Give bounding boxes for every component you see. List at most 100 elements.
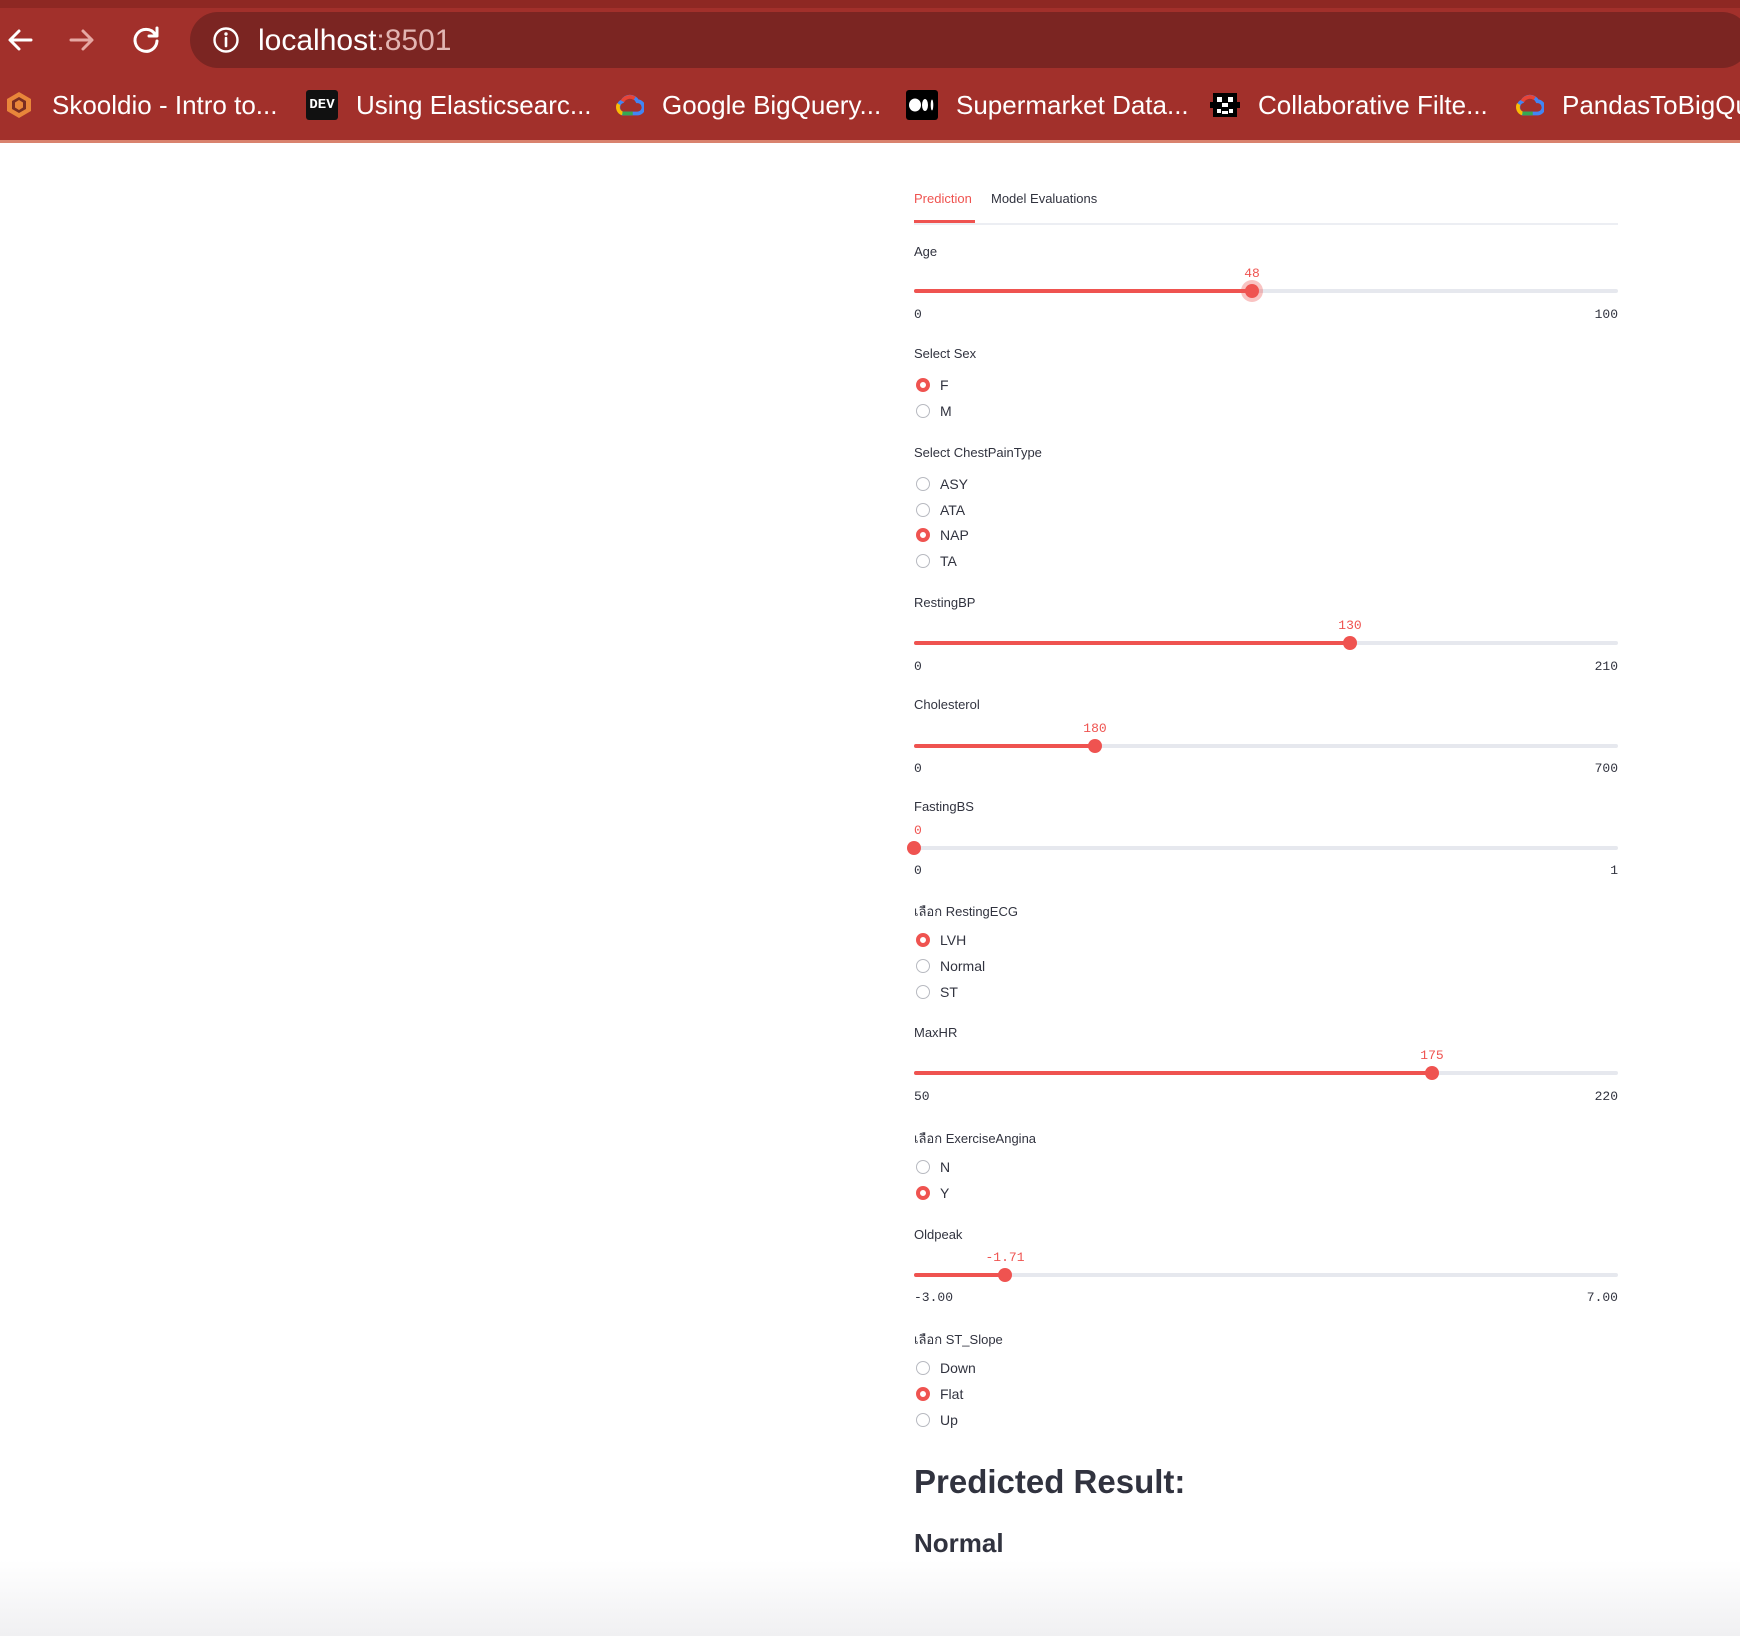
radio-label: Up [940, 1412, 958, 1428]
tab-model-evaluations[interactable]: Model Evaluations [991, 191, 1097, 206]
forward-icon[interactable] [62, 20, 102, 60]
radio-selected[interactable] [916, 1387, 930, 1401]
maxhr-slider-thumb[interactable] [1425, 1066, 1439, 1080]
bookmark-label: Skooldio - Intro to... [52, 89, 278, 120]
chest-option-nap[interactable]: NAP [916, 524, 969, 546]
restingbp-label: RestingBP [914, 595, 976, 610]
back-icon[interactable] [0, 20, 40, 60]
bookmark-skooldio[interactable]: Skooldio - Intro to... [4, 88, 277, 122]
radio-unselected[interactable] [916, 404, 930, 418]
chest-option-asy[interactable]: ASY [916, 473, 968, 495]
radio-selected[interactable] [916, 378, 930, 392]
pixel-avatar-icon [1210, 90, 1240, 120]
radio-unselected[interactable] [916, 554, 930, 568]
radio-label: F [940, 377, 949, 393]
medium-icon [906, 90, 938, 120]
radio-label: ATA [940, 502, 966, 518]
oldpeak-slider-thumb[interactable] [998, 1268, 1012, 1282]
reload-icon[interactable] [126, 20, 166, 60]
restingbp-value: 130 [1338, 618, 1362, 633]
bookmark-label: Using Elasticsearc... [356, 89, 592, 120]
google-cloud-icon [1514, 90, 1544, 120]
radio-unselected[interactable] [916, 477, 930, 491]
restingecg-option-normal[interactable]: Normal [916, 955, 985, 977]
fastingbs-slider[interactable] [907, 841, 1618, 855]
radio-label: M [940, 403, 952, 419]
restingecg-option-st[interactable]: ST [916, 981, 958, 1003]
age-slider-thumb[interactable] [1245, 284, 1259, 298]
radio-selected[interactable] [916, 528, 930, 542]
restingecg-option-lvh[interactable]: LVH [916, 929, 966, 951]
address-bar[interactable]: localhost:8501 [190, 12, 1740, 68]
cholesterol-label: Cholesterol [914, 697, 980, 712]
radio-unselected[interactable] [916, 1160, 930, 1174]
radio-label: NAP [940, 527, 969, 543]
oldpeak-min: -3.00 [914, 1290, 954, 1305]
radio-label: Flat [940, 1386, 964, 1402]
cholesterol-slider-fill [914, 744, 1095, 748]
radio-label: TA [940, 553, 957, 569]
age-value: 48 [1244, 266, 1260, 281]
chest-option-ata[interactable]: ATA [916, 499, 965, 521]
radio-selected[interactable] [916, 1186, 930, 1200]
oldpeak-max: 7.00 [1586, 1290, 1618, 1305]
restingbp-slider-thumb[interactable] [1343, 636, 1357, 650]
maxhr-slider[interactable] [914, 1066, 1618, 1080]
maxhr-label: MaxHR [914, 1025, 958, 1040]
cholesterol-slider[interactable] [914, 739, 1618, 753]
radio-unselected[interactable] [916, 1413, 930, 1427]
tab-prediction[interactable]: Prediction [914, 191, 972, 206]
browser-bottom-border [0, 140, 1740, 143]
slope-option-up[interactable]: Up [916, 1409, 958, 1431]
radio-label: LVH [940, 932, 967, 948]
google-cloud-icon [614, 90, 644, 120]
radio-label: Normal [940, 958, 986, 974]
oldpeak-value: -1.71 [985, 1250, 1025, 1265]
site-info-icon[interactable] [212, 26, 240, 59]
browser-chrome: localhost:8501 Skooldio - Intro to... DE… [0, 0, 1740, 143]
cholesterol-value: 180 [1083, 721, 1107, 736]
chest-option-ta[interactable]: TA [916, 550, 957, 572]
angina-option-n[interactable]: N [916, 1156, 950, 1178]
bookmark-label: Supermarket Data... [956, 89, 1189, 120]
restingbp-slider[interactable] [914, 636, 1618, 650]
radio-label: ASY [940, 476, 969, 492]
radio-label: Y [940, 1185, 950, 1201]
fastingbs-value: 0 [914, 823, 922, 838]
bookmark-pandastobigquery[interactable]: PandasToBigQue [1514, 88, 1740, 122]
maxhr-min: 50 [914, 1089, 930, 1104]
bookmark-elasticsearch[interactable]: DEV Using Elasticsearc... [306, 88, 592, 122]
fastingbs-slider-thumb[interactable] [907, 841, 921, 855]
radio-unselected[interactable] [916, 985, 930, 999]
cholesterol-slider-thumb[interactable] [1088, 739, 1102, 753]
radio-unselected[interactable] [916, 959, 930, 973]
sex-option-f[interactable]: F [916, 374, 949, 396]
age-slider[interactable] [914, 284, 1618, 298]
radio-unselected[interactable] [916, 1361, 930, 1375]
bookmark-collaborative-filtering[interactable]: Collaborative Filte... [1210, 88, 1488, 122]
oldpeak-slider-fill [914, 1273, 1005, 1277]
age-slider-fill [914, 289, 1252, 293]
radio-label: Down [940, 1360, 976, 1376]
active-tab-indicator [914, 220, 975, 223]
bookmarks-bar: Skooldio - Intro to... DEV Using Elastic… [0, 80, 1740, 128]
slope-label: เลือก ST_Slope [914, 1332, 1003, 1347]
age-min: 0 [914, 307, 922, 322]
restingecg-label: เลือก RestingECG [914, 904, 1018, 919]
restingbp-slider-fill [914, 641, 1350, 645]
fastingbs-min: 0 [914, 863, 922, 878]
radio-selected[interactable] [916, 933, 930, 947]
restingbp-max: 210 [1594, 659, 1618, 674]
slope-option-down[interactable]: Down [916, 1357, 976, 1379]
browser-top-strip [0, 0, 1740, 8]
bookmark-supermarket[interactable]: Supermarket Data... [906, 88, 1189, 122]
radio-unselected[interactable] [916, 503, 930, 517]
angina-option-y[interactable]: Y [916, 1182, 949, 1204]
oldpeak-slider[interactable] [914, 1268, 1618, 1282]
bookmark-google-bigquery[interactable]: Google BigQuery... [614, 88, 881, 122]
fastingbs-max: 1 [1610, 863, 1618, 878]
sex-option-m[interactable]: M [916, 400, 952, 422]
bottom-fade [0, 1560, 1740, 1636]
slope-option-flat[interactable]: Flat [916, 1383, 963, 1405]
oldpeak-label: Oldpeak [914, 1227, 963, 1242]
